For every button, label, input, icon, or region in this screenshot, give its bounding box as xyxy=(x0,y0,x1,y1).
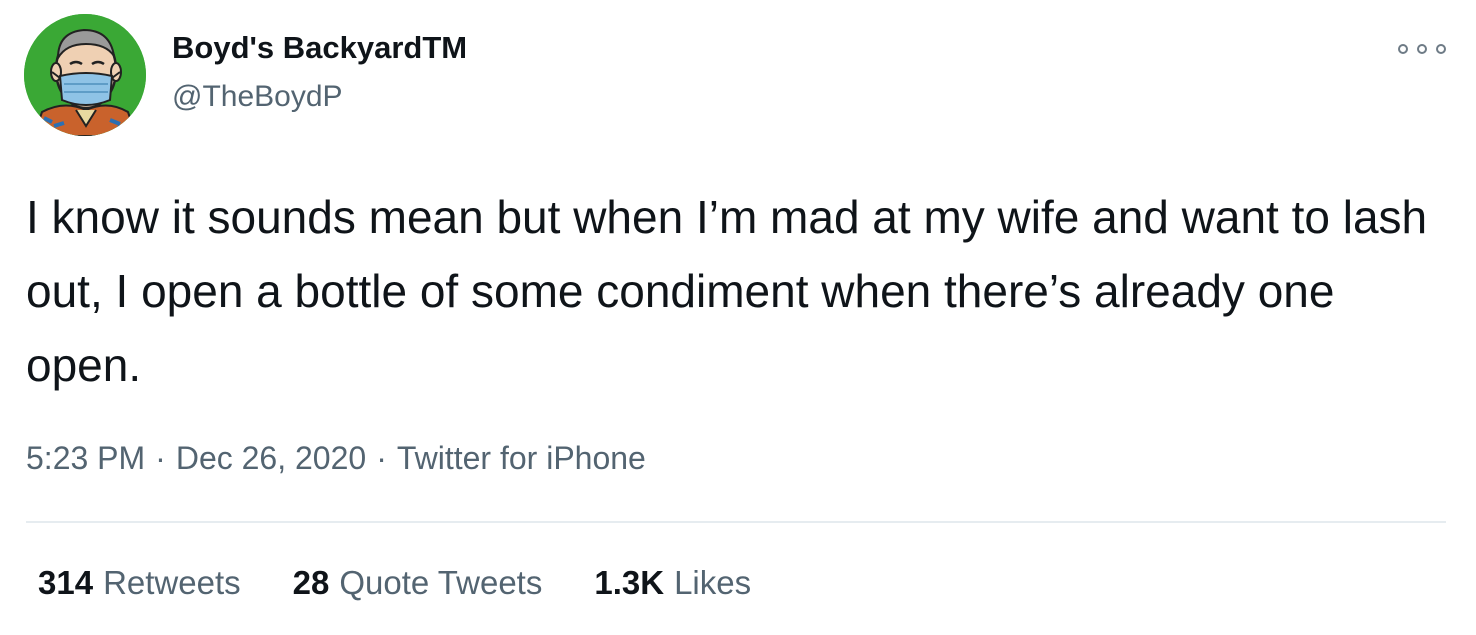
tweet-source[interactable]: Twitter for iPhone xyxy=(397,440,646,476)
separator: · xyxy=(155,440,166,476)
tweet-time[interactable]: 5:23 PM xyxy=(26,440,145,476)
likes-label: Likes xyxy=(674,564,752,601)
retweets-label: Retweets xyxy=(103,564,241,601)
more-dot xyxy=(1398,44,1408,54)
divider xyxy=(26,521,1446,523)
tweet-date[interactable]: Dec 26, 2020 xyxy=(176,440,366,476)
display-name[interactable]: Boyd's BackyardTM xyxy=(172,30,467,66)
tweet-text: I know it sounds mean but when I’m mad a… xyxy=(26,191,1428,391)
quote-tweets-stat[interactable]: 28 Quote Tweets xyxy=(293,564,543,602)
more-dot xyxy=(1436,44,1446,54)
tweet-card: Boyd's BackyardTM @TheBoydP I know it so… xyxy=(0,0,1476,635)
user-handle[interactable]: @TheBoydP xyxy=(172,80,343,114)
retweets-stat[interactable]: 314 Retweets xyxy=(38,564,241,602)
retweets-count: 314 xyxy=(38,564,94,601)
separator: · xyxy=(376,440,387,476)
engagement-stats: 314 Retweets 28 Quote Tweets 1.3K Likes xyxy=(38,564,751,602)
quote-tweets-label: Quote Tweets xyxy=(339,564,543,601)
tweet-metadata: 5:23 PM · Dec 26, 2020 · Twitter for iPhone xyxy=(26,440,646,477)
quote-tweets-count: 28 xyxy=(292,564,330,601)
avatar[interactable] xyxy=(24,14,146,136)
more-options-icon[interactable] xyxy=(1398,38,1446,60)
likes-stat[interactable]: 1.3K Likes xyxy=(594,564,751,602)
likes-count: 1.3K xyxy=(594,564,665,601)
avatar-masked-man-icon xyxy=(24,14,146,136)
more-dot xyxy=(1417,44,1427,54)
